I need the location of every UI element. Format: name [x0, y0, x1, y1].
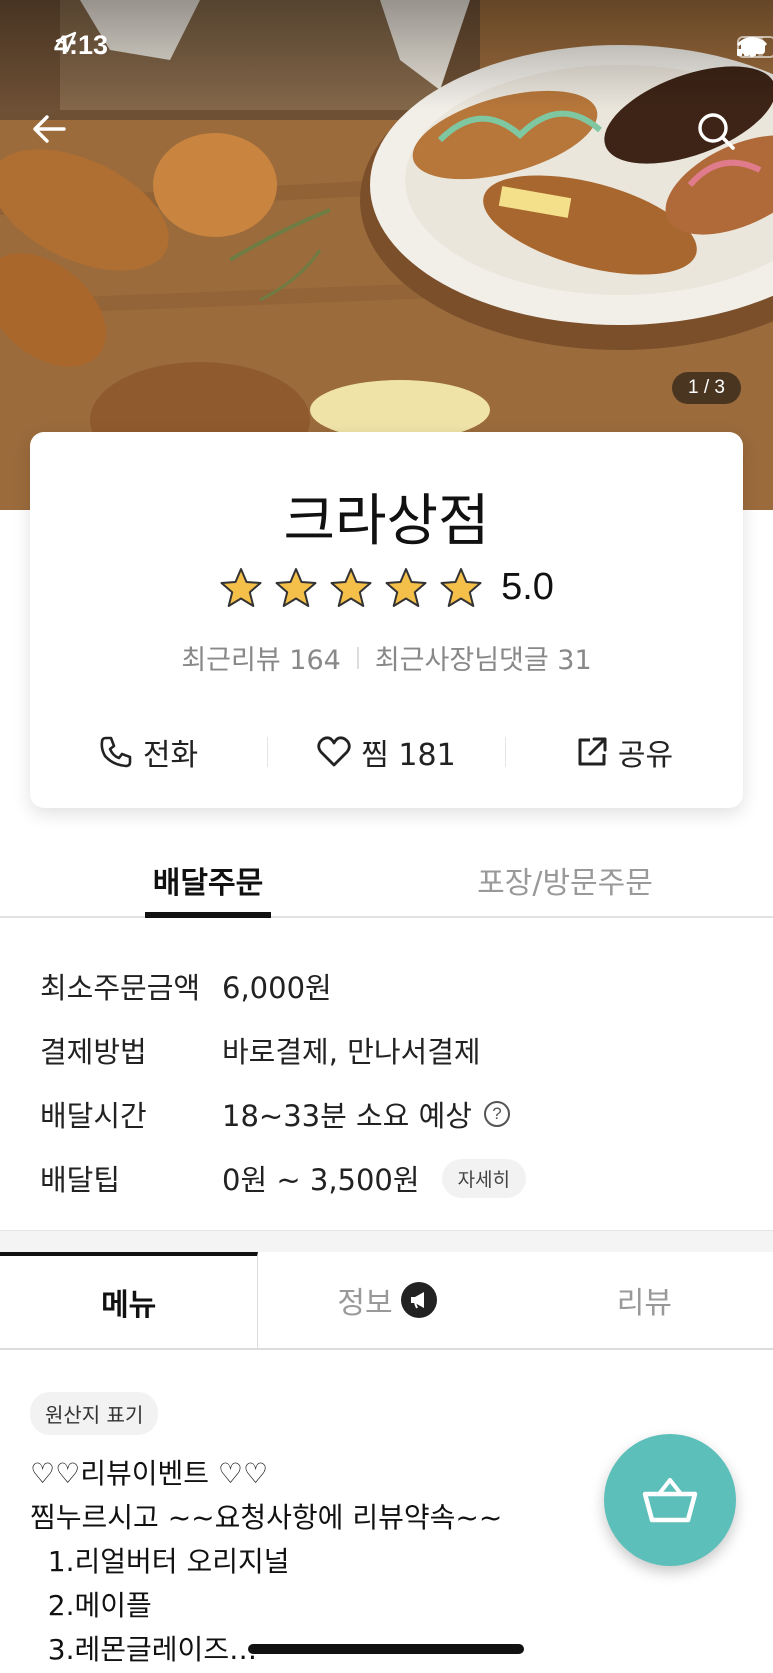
shopping-basket-icon — [642, 1478, 698, 1523]
share-icon — [578, 737, 607, 766]
battery-icon — [737, 36, 773, 58]
store-notice[interactable]: ♡♡리뷰이벤트 ♡♡ 찜누르시고 ~~요청사항에 리뷰약속~~ 1.리얼버터 오… — [30, 1452, 502, 1672]
call-label: 전화 — [142, 738, 199, 773]
star-icon — [275, 567, 317, 607]
search-icon — [698, 113, 735, 150]
tab-info-label: 정보 — [337, 1286, 393, 1321]
heart-icon — [317, 736, 351, 767]
megaphone-glyph — [410, 1292, 424, 1309]
back-arrow-icon — [33, 115, 66, 143]
delivery-tip-row: 배달팁 0원 ~ 3,500원 자세히 — [40, 1146, 740, 1210]
section-divider — [0, 1230, 773, 1252]
min-order-row: 최소주문금액 6,000원 — [40, 954, 740, 1018]
tab-review[interactable]: 리뷰 — [516, 1252, 773, 1348]
store-name: 크라상점 — [283, 489, 490, 554]
favorite-button[interactable]: 찜 181 — [268, 730, 505, 774]
notice-line: 2.메이플 — [30, 1589, 152, 1622]
tab-review-label: 리뷰 — [616, 1286, 672, 1321]
star-icon — [330, 567, 372, 607]
delivery-time-row: 배달시간 18~33분 소요 예상 ? — [40, 1082, 740, 1146]
delivery-time-value: 18~33분 소요 예상 — [222, 1099, 472, 1133]
notice-line: ♡♡리뷰이벤트 ♡♡ — [30, 1457, 269, 1490]
tab-pickup-order[interactable]: 포장/방문주문 — [470, 858, 660, 902]
share-label: 공유 — [617, 738, 674, 773]
favorite-label: 찜 181 — [361, 738, 456, 773]
notice-line: 1.리얼버터 오리지널 — [30, 1545, 290, 1578]
call-button[interactable]: 전화 — [30, 730, 267, 774]
tab-delivery-order[interactable]: 배달주문 — [145, 858, 271, 902]
tab-menu[interactable]: 메뉴 — [0, 1252, 259, 1348]
back-button[interactable] — [30, 110, 76, 156]
status-bar-time: 4:13 — [54, 30, 109, 60]
search-button[interactable] — [695, 110, 745, 160]
image-counter: 1 / 3 — [672, 372, 741, 404]
recent-reviews-count[interactable]: 최근리뷰 164 — [181, 638, 340, 677]
delivery-info: 최소주문금액 6,000원 결제방법 바로결제, 만나서결제 배달시간 18~3… — [40, 954, 740, 1210]
divider — [356, 646, 359, 669]
rating-row[interactable]: 5.0 — [30, 566, 743, 609]
share-button[interactable]: 공유 — [506, 730, 743, 774]
min-order-value: 6,000원 — [222, 971, 332, 1005]
store-actions: 전화 찜 181 공유 — [30, 722, 743, 782]
rating-value: 5.0 — [501, 566, 554, 608]
delivery-tip-detail-button[interactable]: 자세히 — [441, 1158, 527, 1198]
help-icon[interactable]: ? — [483, 1101, 510, 1127]
cart-button[interactable] — [604, 1434, 736, 1566]
star-icon — [440, 567, 482, 607]
review-counts[interactable]: 최근리뷰 164 최근사장님댓글 31 — [30, 638, 743, 677]
min-order-label: 최소주문금액 — [40, 971, 201, 1005]
tab-menu-label: 메뉴 — [101, 1288, 157, 1323]
store-content-tabs: 메뉴 정보 리뷰 — [0, 1252, 773, 1350]
delivery-time-label: 배달시간 — [40, 1099, 147, 1133]
delivery-tip-value: 0원 ~ 3,500원 — [222, 1163, 420, 1197]
notice-line: 찜누르시고 ~~요청사항에 리뷰약속~~ — [30, 1501, 503, 1534]
delivery-tip-label: 배달팁 — [40, 1163, 121, 1197]
delivery-tip-value-wrap: 0원 ~ 3,500원 자세히 — [222, 1157, 527, 1199]
payment-row: 결제방법 바로결제, 만나서결제 — [40, 1018, 740, 1082]
star-icon — [385, 567, 427, 607]
star-icon — [220, 567, 262, 607]
rating-stars — [219, 567, 483, 609]
origin-label-button[interactable]: 원산지 표기 — [30, 1392, 159, 1435]
active-tab-indicator — [145, 912, 271, 918]
megaphone-icon — [400, 1282, 437, 1318]
payment-label: 결제방법 — [40, 1035, 147, 1069]
store-info-card: 크라상점 5.0 최근리뷰 164 최근사장님댓글 31 전화 찜 181 공유 — [30, 432, 743, 808]
delivery-time-value-wrap: 18~33분 소요 예상 ? — [222, 1093, 510, 1135]
tab-info[interactable]: 정보 — [258, 1252, 515, 1348]
location-arrow-icon — [55, 31, 77, 53]
owner-replies-count[interactable]: 최근사장님댓글 31 — [375, 638, 592, 677]
payment-value: 바로결제, 만나서결제 — [222, 1035, 481, 1069]
phone-icon — [100, 736, 132, 768]
order-type-tabs: 배달주문 포장/방문주문 — [0, 840, 773, 918]
home-indicator[interactable] — [248, 1644, 524, 1654]
